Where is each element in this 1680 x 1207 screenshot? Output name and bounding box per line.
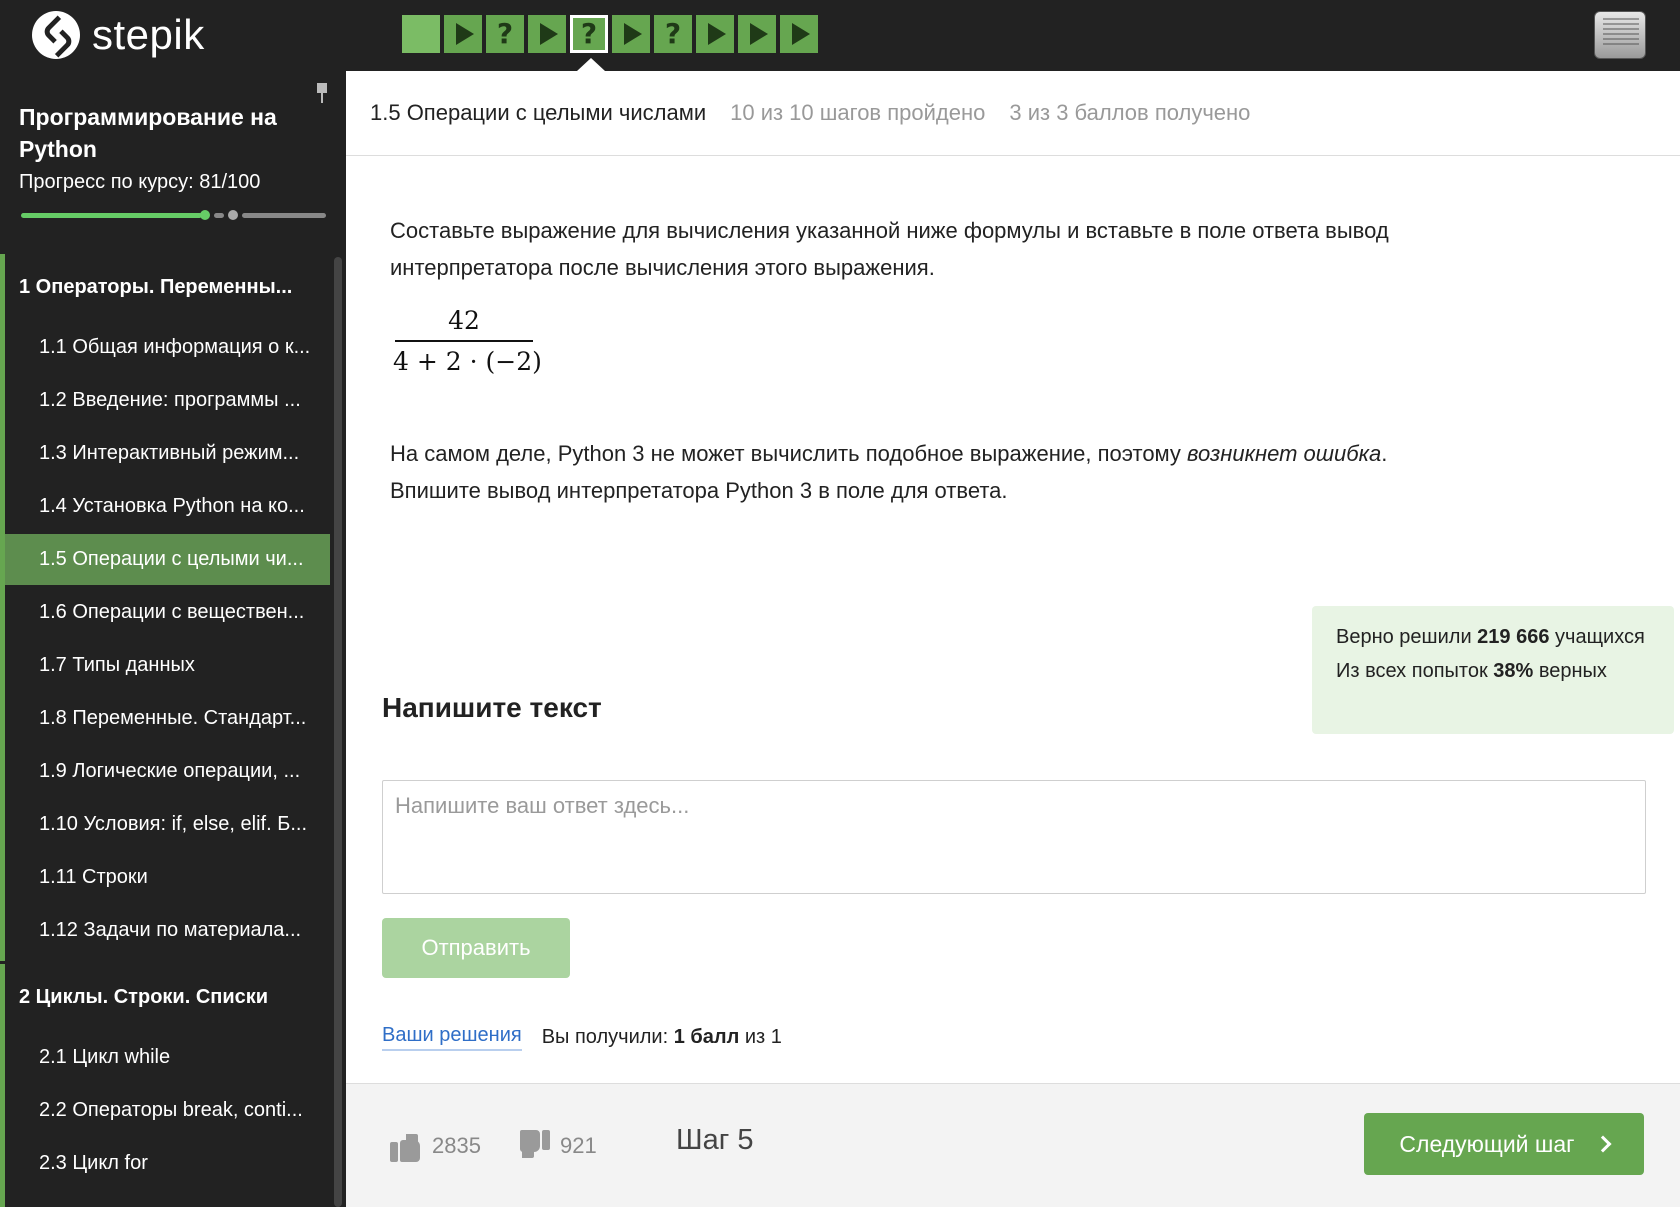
top-bar: stepik ??? xyxy=(0,0,1680,71)
course-progress-bar xyxy=(21,210,326,220)
answer-title: Напишите текст xyxy=(382,692,602,723)
progress-remaining xyxy=(214,213,224,218)
attempts-prefix: Из всех попыток xyxy=(1336,660,1494,682)
sidebar-lesson-item[interactable]: 1.4 Установка Python на ко... xyxy=(5,481,330,532)
steps-passed: 10 из 10 шагов пройдено xyxy=(730,100,986,125)
sidebar-lesson-item[interactable]: 1.9 Логические операции, ... xyxy=(5,746,330,797)
progress-remaining-tail xyxy=(242,213,326,218)
play-icon xyxy=(456,23,474,45)
sidebar-lesson-item[interactable]: 1.12 Задачи по материала... xyxy=(5,905,330,956)
formula-denominator: 4 + 2 · (−2) xyxy=(393,347,542,376)
sidebar-lesson-item[interactable]: 2.2 Операторы break, conti... xyxy=(5,1085,330,1136)
progress-marker xyxy=(200,210,210,220)
step-4-video[interactable] xyxy=(528,15,566,53)
sidebar-lesson-item[interactable]: 2.1 Цикл while xyxy=(5,1032,330,1083)
sidebar-lesson-item[interactable]: 1.2 Введение: программы ... xyxy=(5,375,330,426)
step-10-video[interactable] xyxy=(780,15,818,53)
step-number: Шаг 5 xyxy=(676,1124,754,1156)
dislike-button[interactable]: 921 xyxy=(518,1130,597,1162)
sidebar-lesson-item[interactable]: 1.1 Общая информация о к... xyxy=(5,322,330,373)
course-sidebar: Программирование на Python Прогресс по к… xyxy=(0,71,346,1207)
score-prefix: Вы получили: xyxy=(541,1026,674,1048)
progress-fill xyxy=(21,213,202,218)
course-title[interactable]: Программирование на Python xyxy=(19,101,299,165)
submit-button[interactable]: Отправить xyxy=(382,918,570,978)
task-paragraph-3: Впишите вывод интерпретатора Python 3 в … xyxy=(390,478,1008,503)
task-text: На самом деле, Python 3 не может вычисли… xyxy=(390,441,1188,466)
next-step-label: Следующий шаг xyxy=(1399,1130,1575,1157)
chevron-right-icon xyxy=(1594,1135,1612,1153)
like-button[interactable]: 2835 xyxy=(390,1130,481,1162)
question-icon: ? xyxy=(664,17,682,50)
sidebar-lesson-item[interactable]: 1.11 Строки xyxy=(5,852,330,903)
result-row: Ваши решения Вы получили: 1 балл из 1 xyxy=(382,1024,782,1051)
score-value: 1 балл xyxy=(673,1026,740,1048)
step-7-quiz[interactable]: ? xyxy=(654,15,692,53)
current-step-pointer xyxy=(577,58,605,71)
score-suffix: из 1 xyxy=(739,1026,782,1048)
step-6-video[interactable] xyxy=(612,15,650,53)
sidebar-lesson-item[interactable]: 1.5 Операции с целыми чи... xyxy=(5,534,330,585)
thumb-up-icon xyxy=(390,1130,422,1162)
attempts-percent: 38% xyxy=(1493,660,1534,682)
sidebar-lesson-item[interactable]: 1.7 Типы данных xyxy=(5,640,330,691)
step-5-quiz[interactable]: ? xyxy=(570,15,608,53)
lesson-title: 1.5 Операции с целыми числами xyxy=(370,100,707,125)
like-count: 2835 xyxy=(432,1133,481,1158)
sidebar-lesson-item[interactable]: 1.10 Условия: if, else, elif. Б... xyxy=(5,799,330,850)
attempts-line: Из всех попыток 38% верных xyxy=(1336,656,1650,686)
step-3-quiz[interactable]: ? xyxy=(486,15,524,53)
module-1[interactable]: 1 Операторы. Переменны... xyxy=(5,259,330,315)
task-text-end: . xyxy=(1381,441,1388,466)
question-icon: ? xyxy=(496,17,514,50)
course-progress-label: Прогресс по курсу: 81/100 xyxy=(19,171,261,193)
sidebar-lesson-item[interactable]: 1.6 Операции с веществен... xyxy=(5,587,330,638)
step-1-text[interactable] xyxy=(402,15,440,53)
sidebar-lesson-item[interactable]: 1.8 Переменные. Стандарт... xyxy=(5,693,330,744)
step-navigation: ??? xyxy=(402,15,818,53)
progress-remaining-marker xyxy=(228,210,238,220)
sidebar-scrollbar[interactable] xyxy=(334,257,342,1207)
step-footer: 2835 921 Шаг 5 Следующий шаг xyxy=(346,1083,1680,1207)
your-solutions-link[interactable]: Ваши решения xyxy=(382,1024,522,1051)
solved-count-line: Верно решили 219 666 учащихся xyxy=(1336,622,1650,652)
module-2[interactable]: 2 Циклы. Строки. Списки xyxy=(5,969,330,1025)
step-8-video[interactable] xyxy=(696,15,734,53)
step-9-video[interactable] xyxy=(738,15,776,53)
next-step-button[interactable]: Следующий шаг xyxy=(1364,1113,1644,1175)
pin-icon[interactable] xyxy=(315,83,329,105)
thumb-down-icon xyxy=(518,1130,550,1162)
play-icon xyxy=(540,23,558,45)
solved-suffix: учащихся xyxy=(1549,626,1645,648)
formula-numerator: 42 xyxy=(448,306,480,335)
stepik-logo-icon xyxy=(32,11,80,59)
task-paragraph-1: Составьте выражение для вычисления указа… xyxy=(390,218,1389,280)
sidebar-lesson-item[interactable]: 1.3 Интерактивный режим... xyxy=(5,428,330,479)
solved-prefix: Верно решили xyxy=(1336,626,1478,648)
sidebar-lesson-item[interactable]: 2.3 Цикл for xyxy=(5,1138,330,1189)
step-2-video[interactable] xyxy=(444,15,482,53)
play-icon xyxy=(624,23,642,45)
answer-input[interactable] xyxy=(382,780,1646,894)
score-text: Вы получили: 1 балл из 1 xyxy=(542,1026,782,1049)
dislike-count: 921 xyxy=(560,1133,597,1158)
user-avatar[interactable] xyxy=(1594,11,1646,59)
logo-text: stepik xyxy=(92,11,205,58)
formula: 42 4 + 2 · (−2) xyxy=(393,302,542,382)
solved-count: 219 666 xyxy=(1477,626,1550,648)
solution-stats: Верно решили 219 666 учащихся Из всех по… xyxy=(1312,606,1674,734)
task-paragraph-2: На самом деле, Python 3 не может вычисли… xyxy=(390,435,1540,509)
points-received: 3 из 3 баллов получено xyxy=(1009,100,1251,125)
play-icon xyxy=(708,23,726,45)
attempts-suffix: верных xyxy=(1533,660,1607,682)
lesson-header: 1.5 Операции с целыми числами 10 из 10 ш… xyxy=(346,71,1680,156)
play-icon xyxy=(750,23,768,45)
question-icon: ? xyxy=(580,17,598,50)
stepik-logo[interactable]: stepik xyxy=(32,10,205,60)
play-icon xyxy=(792,23,810,45)
task-emphasis: возникнет ошибка xyxy=(1187,441,1382,466)
